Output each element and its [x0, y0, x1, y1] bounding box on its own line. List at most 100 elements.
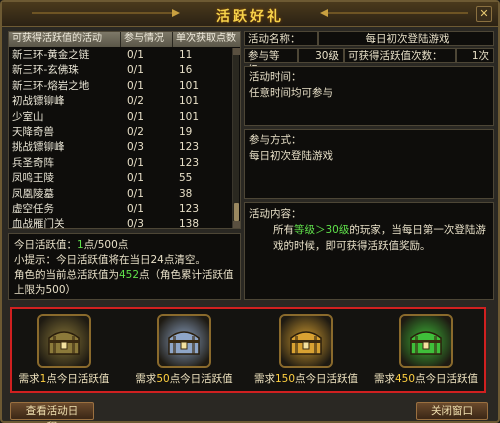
table-body: 新三环-黄金之链 0/1 11 新三环-玄佛珠 0/1 16 新三环-熔岩之地 0/1 101 初…	[9, 48, 233, 233]
cell-points: 123	[179, 202, 200, 215]
reward-caption: 需求450点今日活跃值	[370, 371, 482, 386]
title-bar: 活跃好礼 ✕	[2, 2, 498, 27]
table-row[interactable]: 初战镖铆峰 0/2 101	[9, 94, 233, 109]
count-label: 可获得活跃值次数：	[344, 48, 456, 63]
close-icon[interactable]: ✕	[476, 6, 492, 22]
total-prefix: 角色的当前总活跃值为	[14, 269, 119, 281]
table-row[interactable]: 虚空任务 0/1 123	[9, 202, 233, 217]
cell-progress: 0/3	[127, 218, 144, 231]
table-row[interactable]: 血战雁门关 0/3 138	[9, 217, 233, 232]
title-ornament-right	[320, 9, 468, 17]
cell-progress: 0/1	[127, 49, 144, 61]
activity-name-label: 活动名称：	[244, 31, 318, 46]
cell-progress: 0/1	[127, 156, 144, 169]
cell-points: 101	[179, 79, 200, 92]
view-schedule-button[interactable]: 查看活动日程	[10, 402, 94, 423]
cell-name: 新三环-玄佛珠	[12, 64, 79, 77]
close-window-button[interactable]: 关闭窗口	[416, 402, 488, 420]
reward-caption: 需求150点今日活跃值	[250, 371, 362, 386]
participation-panel: 参与方式： 每日初次登陆游戏	[244, 129, 494, 199]
cell-name: 天降奇兽	[12, 125, 54, 138]
content-pre: 所有	[273, 224, 294, 236]
cell-name: 凤凰陵墓	[12, 187, 54, 200]
reward-item[interactable]: 需求1点今日活跃值	[8, 312, 120, 390]
cell-name: 初战镖铆峰	[12, 95, 65, 108]
reward-item[interactable]: 需求450点今日活跃值	[370, 312, 482, 390]
today-value-line: 今日活跃值：1点/500点	[14, 238, 235, 253]
total-value: 452	[119, 269, 140, 281]
cell-progress: 0/1	[127, 202, 144, 215]
table-row[interactable]: 凤鸣王陵 0/1 55	[9, 171, 233, 186]
reward-caption: 需求50点今日活跃值	[128, 371, 240, 386]
reward-suffix: 点今日活跃值	[46, 373, 110, 385]
cell-name: 新三环-熔岩之地	[12, 79, 90, 92]
table-row[interactable]: 新三环-玄佛珠 0/1 16	[9, 63, 233, 78]
scroll-up-icon[interactable]	[233, 48, 240, 55]
table-scrollbar[interactable]	[232, 48, 240, 228]
bronze-chest-icon[interactable]	[37, 314, 91, 368]
table-row[interactable]: 天降奇兽 0/2 19	[9, 125, 233, 140]
content-level: 等级＞30级	[294, 224, 350, 236]
reward-required-points: 50	[156, 373, 170, 385]
way-value: 每日初次登陆游戏	[249, 150, 333, 162]
today-activity-panel: 今日活跃值：1点/500点 小提示：今日活跃值将在当日24点清空。 角色的当前总…	[8, 233, 241, 300]
reward-item[interactable]: 需求150点今日活跃值	[250, 312, 362, 390]
jade-chest-icon[interactable]	[399, 314, 453, 368]
cell-progress: 0/1	[127, 79, 144, 92]
reward-caption: 需求1点今日活跃值	[8, 371, 120, 386]
cell-name: 凤鸣王陵	[12, 172, 54, 185]
today-suffix: 点/500点	[83, 239, 129, 251]
table-row[interactable]: 少室山 0/1 101	[9, 110, 233, 125]
cell-points: 19	[179, 125, 193, 138]
cell-name: 兵圣奇阵	[12, 156, 54, 169]
reward-prefix: 需求	[373, 373, 395, 385]
scroll-down-icon[interactable]	[233, 221, 240, 228]
cell-progress: 0/1	[127, 187, 144, 200]
reward-prefix: 需求	[18, 373, 40, 385]
reward-required-points: 450	[394, 373, 416, 385]
activity-table: 可获得活跃值的活动 参与情况 单次获取点数 新三环-黄金之链 0/1 11 新三环-玄…	[8, 31, 241, 230]
table-row[interactable]: 兵圣奇阵 0/1 123	[9, 156, 233, 171]
scroll-thumb[interactable]	[234, 203, 239, 221]
cell-points: 55	[179, 172, 193, 185]
reset-tip: 小提示：今日活跃值将在当日24点清空。	[14, 254, 206, 266]
reward-suffix: 点今日活跃值	[295, 373, 359, 385]
today-current: 1	[77, 239, 84, 251]
activity-content-panel: 活动内容： 所有等级＞30级的玩家，当每日第一次登陆游戏的时候，即可获得活跃值奖…	[244, 202, 494, 300]
reward-chests-panel: 需求1点今日活跃值 需求50点今日活跃值 需求150点今日活跃值 需求450点今日活跃…	[10, 307, 486, 393]
today-label: 今日活跃值：	[14, 239, 77, 251]
silver-chest-icon[interactable]	[157, 314, 211, 368]
table-row[interactable]: 挑战镖铆峰 0/3 123	[9, 140, 233, 155]
cell-progress: 0/1	[127, 64, 144, 77]
col-points[interactable]: 单次获取点数	[173, 32, 240, 47]
col-activity[interactable]: 可获得活跃值的活动	[9, 32, 121, 47]
activity-name-row: 活动名称： 每日初次登陆游戏	[244, 31, 494, 46]
cell-points: 38	[179, 187, 193, 200]
cell-points: 16	[179, 64, 193, 77]
count-value: 1次	[456, 48, 494, 63]
cell-points: 11	[179, 49, 193, 61]
gold-chest-icon[interactable]	[279, 314, 333, 368]
time-value: 任意时间均可参与	[249, 87, 333, 99]
cell-progress: 0/3	[127, 141, 144, 154]
level-label: 参与等级：	[244, 48, 298, 76]
cell-points: 138	[179, 218, 200, 231]
reward-required-points: 150	[274, 373, 296, 385]
cell-points: 123	[179, 141, 200, 154]
cell-progress: 0/2	[127, 95, 144, 108]
cell-progress: 0/2	[127, 125, 144, 138]
cell-name: 虚空任务	[12, 202, 54, 215]
total-value-line: 角色的当前总活跃值为452点（角色累计活跃值上限为500）	[14, 268, 235, 298]
table-row[interactable]: 凤凰陵墓 0/1 38	[9, 187, 233, 202]
activity-time-panel: 活动时间： 任意时间均可参与	[244, 66, 494, 126]
cell-points: 123	[179, 156, 200, 169]
cell-progress: 0/1	[127, 110, 144, 123]
col-progress[interactable]: 参与情况	[121, 32, 173, 47]
reward-item[interactable]: 需求50点今日活跃值	[128, 312, 240, 390]
reward-suffix: 点今日活跃值	[415, 373, 479, 385]
content-text: 所有等级＞30级的玩家，当每日第一次登陆游戏的时候，即可获得活跃值奖励。	[249, 222, 489, 254]
table-row[interactable]: 新三环-黄金之链 0/1 11	[9, 48, 233, 63]
cell-name: 少室山	[12, 110, 44, 123]
table-row[interactable]: 新三环-熔岩之地 0/1 101	[9, 79, 233, 94]
reward-prefix: 需求	[135, 373, 157, 385]
